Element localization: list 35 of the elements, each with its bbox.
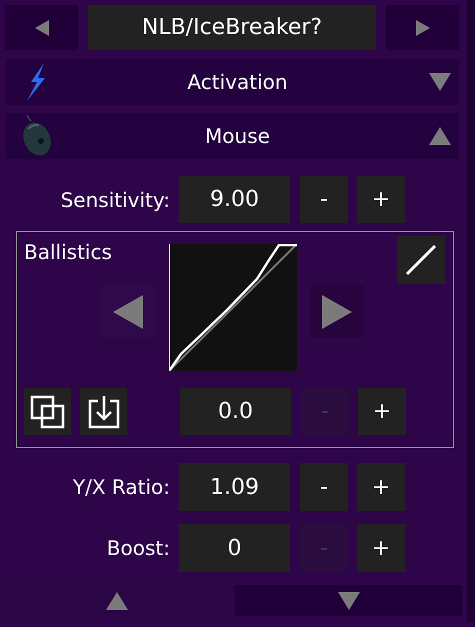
increment-button[interactable]: +	[357, 463, 405, 511]
next-button[interactable]	[386, 5, 459, 50]
expand-caret-icon	[429, 73, 451, 91]
lightning-icon	[25, 63, 47, 101]
section-header[interactable]: Mouse	[6, 113, 459, 159]
value-field[interactable]: 9.00	[179, 176, 290, 223]
copy-button[interactable]	[24, 388, 71, 435]
setting-label: Boost:	[106, 536, 170, 560]
next-curve-button[interactable]	[310, 285, 364, 338]
download-icon	[88, 394, 120, 428]
panel-title: Ballistics	[24, 240, 112, 264]
increment-button[interactable]: +	[358, 388, 406, 435]
decrement-button[interactable]: -	[300, 463, 348, 511]
up-arrow-icon	[106, 592, 128, 610]
scroll-down-button[interactable]	[235, 585, 462, 616]
copy-icon	[30, 394, 66, 428]
diagonal-line-icon	[405, 244, 437, 276]
profile-title: NLB/IceBreaker?	[88, 5, 376, 50]
section-title: Mouse	[204, 124, 271, 148]
previous-button[interactable]	[5, 5, 78, 50]
value-field[interactable]: 1.09	[179, 463, 290, 511]
section-header[interactable]: Activation	[6, 59, 459, 105]
decrement-button[interactable]: -	[300, 176, 348, 223]
down-arrow-icon	[338, 592, 360, 610]
increment-button[interactable]: +	[357, 524, 405, 572]
section-title: Activation	[186, 70, 289, 94]
setting-label: Y/X Ratio:	[72, 475, 170, 499]
value-field[interactable]: 0	[179, 524, 290, 572]
setting-label: Sensitivity:	[60, 188, 170, 212]
linear-curve-button[interactable]	[397, 236, 445, 284]
value-field[interactable]: 0.0	[180, 388, 291, 435]
previous-curve-button[interactable]	[101, 285, 155, 338]
collapse-caret-icon	[429, 127, 451, 145]
increment-button[interactable]: +	[357, 176, 405, 223]
save-button[interactable]	[80, 388, 127, 435]
